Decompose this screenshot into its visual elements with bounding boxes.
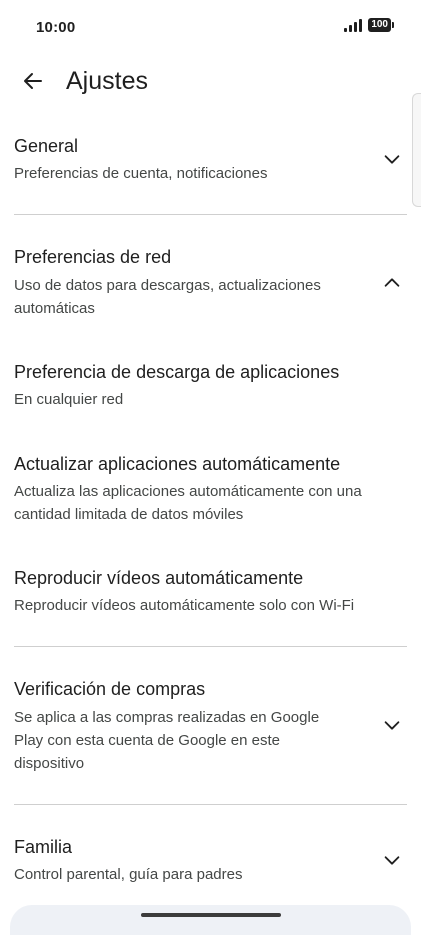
- section-network[interactable]: Preferencias de red Uso de datos para de…: [0, 240, 421, 325]
- section-purchase-subtitle-line3: dispositivo: [14, 755, 85, 772]
- section-family-subtitle: Control parental, guía para padres: [14, 866, 243, 883]
- signal-icon: [344, 18, 363, 32]
- section-purchase-subtitle-line2: Play con esta cuenta de Google en este: [14, 732, 281, 749]
- section-purchase-subtitle-line1: Se aplica a las compras realizadas en Go…: [14, 709, 320, 726]
- back-arrow-icon: [24, 73, 42, 89]
- divider: [14, 646, 407, 647]
- chevron-up-icon: [384, 278, 400, 287]
- chevron-down-icon: [384, 721, 400, 730]
- navigation-bar: [10, 905, 411, 935]
- setting-autoplay-videos[interactable]: Reproducir vídeos automáticamente Reprod…: [0, 562, 421, 626]
- status-icons: 100: [344, 18, 394, 32]
- gesture-handle[interactable]: [141, 913, 281, 917]
- section-purchase-verification[interactable]: Verificación de compras Se aplica a las …: [0, 672, 421, 780]
- battery-icon: 100: [368, 18, 394, 32]
- setting-download-preference-value: En cualquier red: [14, 391, 124, 408]
- chevron-down-icon: [384, 155, 400, 164]
- setting-autoplay-videos-title: Reproducir vídeos automáticamente: [14, 568, 304, 588]
- section-family-title: Familia: [14, 837, 73, 857]
- setting-auto-update-subtitle-line1: Actualiza las aplicaciones automáticamen…: [14, 483, 362, 500]
- section-general-title: General: [14, 136, 79, 156]
- section-purchase-title: Verificación de compras: [14, 679, 206, 699]
- section-general[interactable]: General Preferencias de cuenta, notifica…: [0, 128, 421, 198]
- section-network-subtitle-line1: Uso de datos para descargas, actualizaci…: [14, 277, 321, 294]
- setting-auto-update[interactable]: Actualizar aplicaciones automáticamente …: [0, 448, 421, 532]
- setting-download-preference[interactable]: Preferencia de descarga de aplicaciones …: [0, 356, 421, 420]
- setting-auto-update-title: Actualizar aplicaciones automáticamente: [14, 454, 341, 474]
- section-network-subtitle-line2: automáticas: [14, 300, 95, 317]
- chevron-down-icon: [384, 856, 400, 865]
- setting-autoplay-videos-value: Reproducir vídeos automáticamente solo c…: [14, 597, 355, 614]
- section-general-subtitle: Preferencias de cuenta, notificaciones: [14, 165, 268, 182]
- top-app-bar: Ajustes: [0, 56, 421, 106]
- divider: [14, 804, 407, 805]
- divider: [14, 214, 407, 215]
- section-network-title: Preferencias de red: [14, 247, 172, 267]
- back-button[interactable]: [14, 64, 52, 98]
- status-bar: 10:00 100: [0, 0, 421, 56]
- section-family[interactable]: Familia Control parental, guía para padr…: [0, 830, 421, 892]
- page-title: Ajustes: [66, 67, 148, 95]
- status-time: 10:00: [36, 19, 76, 36]
- setting-auto-update-subtitle-line2: cantidad limitada de datos móviles: [14, 506, 244, 523]
- setting-download-preference-title: Preferencia de descarga de aplicaciones: [14, 362, 340, 382]
